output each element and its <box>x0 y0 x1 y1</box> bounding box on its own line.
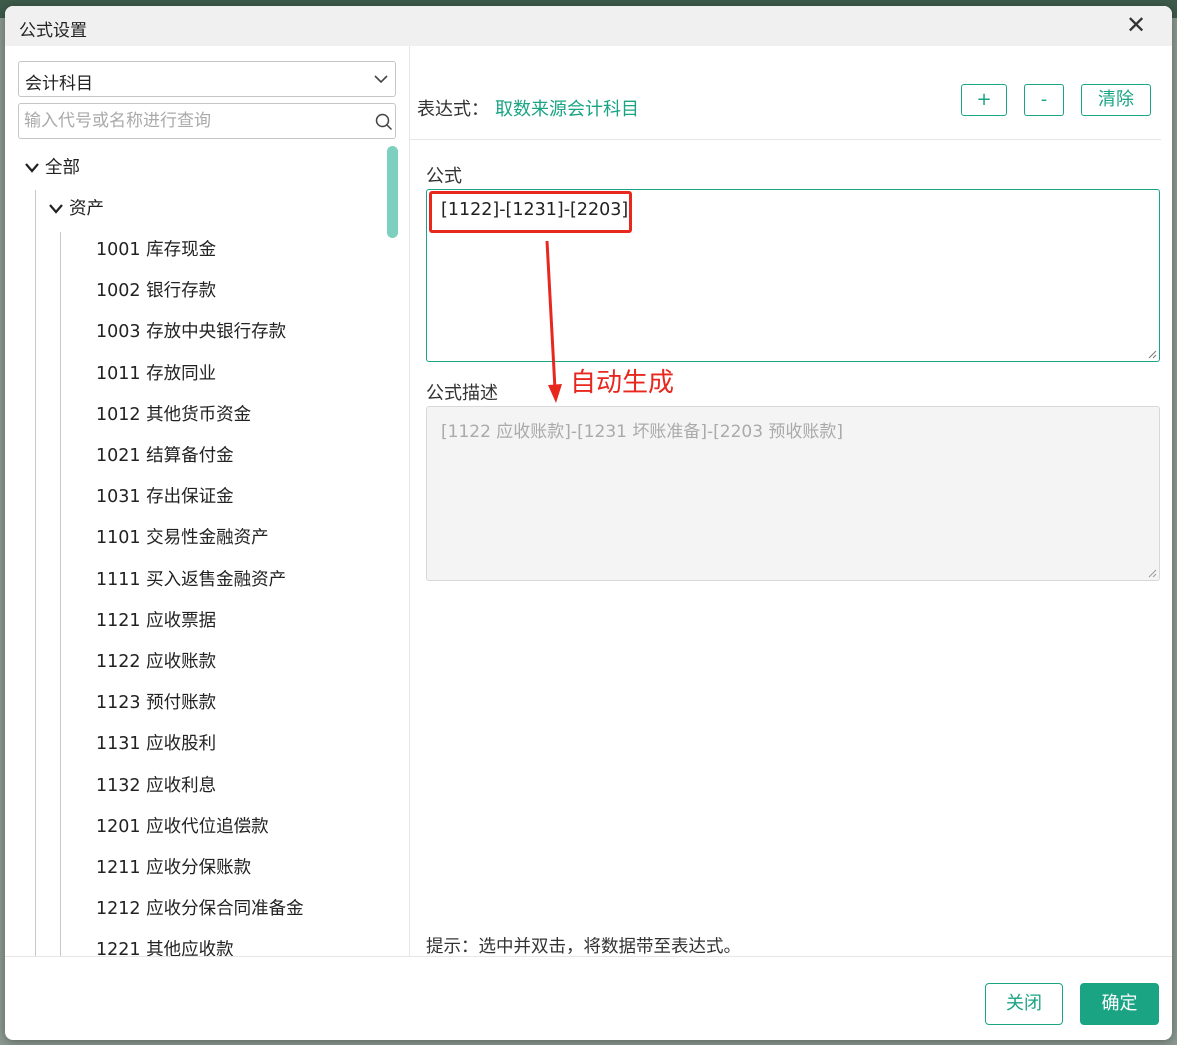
add-button[interactable]: + <box>961 84 1007 116</box>
subject-tree: 全部 资产 1001 库存现金 1002 银行存款 1003 存放中央银行存款 101… <box>5 146 409 956</box>
annotation-highlight-box <box>429 191 632 233</box>
tree-item[interactable]: 1201 应收代位追偿款 <box>96 807 269 847</box>
tree-item[interactable]: 1021 结算备付金 <box>96 436 234 476</box>
resize-grip-icon[interactable] <box>1147 349 1157 359</box>
dialog-footer: 关闭 确定 <box>5 956 1172 1040</box>
tree-item[interactable]: 1122 应收账款 <box>96 642 216 682</box>
tree-item[interactable]: 1111 买入返售金融资产 <box>96 560 286 600</box>
description-textarea: [1122 应收账款]-[1231 坏账准备]-[2203 预收账款] <box>426 406 1160 581</box>
resize-grip-icon[interactable] <box>1147 568 1157 578</box>
category-select[interactable]: 会计科目 <box>18 61 396 97</box>
tree-item[interactable]: 1002 银行存款 <box>96 271 216 311</box>
tree-item[interactable]: 1132 应收利息 <box>96 766 216 806</box>
tree-item[interactable]: 1131 应收股利 <box>96 724 216 764</box>
tree-item[interactable]: 1011 存放同业 <box>96 354 216 394</box>
dialog-title: 公式设置 <box>19 21 87 41</box>
tree-guide-line <box>60 232 61 956</box>
tree-item[interactable]: 1012 其他货币资金 <box>96 395 251 435</box>
tree-item[interactable]: 1101 交易性金融资产 <box>96 518 269 558</box>
search-icon[interactable] <box>375 113 393 131</box>
expression-label: 表达式： <box>417 99 489 120</box>
close-icon[interactable]: ✕ <box>1123 12 1149 38</box>
dialog-titlebar: 公式设置 ✕ <box>5 6 1172 46</box>
chevron-down-icon[interactable] <box>47 189 65 229</box>
search-input[interactable] <box>24 108 364 134</box>
tree-node-assets[interactable]: 资产 <box>47 189 104 229</box>
close-button[interactable]: 关闭 <box>985 983 1063 1025</box>
expression-value: 取数来源会计科目 <box>495 99 639 120</box>
annotation-label: 自动生成 <box>570 368 675 398</box>
tree-node-label: 资产 <box>69 199 104 219</box>
hint-text: 提示：选中并双击，将数据带至表达式。 <box>426 937 741 957</box>
clear-button[interactable]: 清除 <box>1081 84 1151 116</box>
chevron-down-icon <box>374 75 388 84</box>
tree-node-label: 全部 <box>45 158 80 178</box>
tree-item[interactable]: 1031 存出保证金 <box>96 477 234 517</box>
tree-item[interactable]: 1001 库存现金 <box>96 230 216 270</box>
tree-item[interactable]: 1212 应收分保合同准备金 <box>96 889 304 929</box>
search-box <box>18 103 396 139</box>
tree-scrollbar[interactable] <box>387 146 398 238</box>
tree-item[interactable]: 1211 应收分保账款 <box>96 848 251 888</box>
category-select-value: 会计科目 <box>25 74 93 94</box>
subtract-button[interactable]: - <box>1024 84 1064 116</box>
description-label: 公式描述 <box>426 383 498 404</box>
tree-node-all[interactable]: 全部 <box>23 148 80 188</box>
subject-panel: 会计科目 全部 资产 1001 库存现金1002 银行存款1003 存放中央银行… <box>5 46 410 956</box>
divider <box>409 139 1161 140</box>
tree-guide-line <box>35 190 36 956</box>
confirm-button[interactable]: 确定 <box>1080 983 1159 1025</box>
chevron-down-icon[interactable] <box>23 148 41 188</box>
formula-label: 公式 <box>426 166 462 187</box>
tree-item[interactable]: 1221 其他应收款 <box>96 930 234 956</box>
annotation-arrow-icon <box>545 240 562 403</box>
description-text: [1122 应收账款]-[1231 坏账准备]-[2203 预收账款] <box>441 422 844 442</box>
tree-item[interactable]: 1123 预付账款 <box>96 683 216 723</box>
formula-settings-dialog: 公式设置 ✕ 会计科目 全部 资产 1001 库存现金1002 银行存款1003… <box>5 6 1172 1040</box>
tree-item[interactable]: 1121 应收票据 <box>96 601 216 641</box>
expression-panel: 表达式： 取数来源会计科目 + - 清除 公式 [1122]-[1231]-[2… <box>409 46 1172 957</box>
tree-item[interactable]: 1003 存放中央银行存款 <box>96 312 286 352</box>
